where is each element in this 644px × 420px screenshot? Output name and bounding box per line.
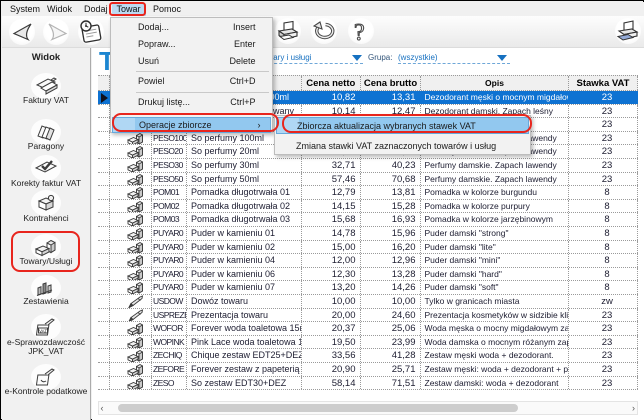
svg-text:VAT: VAT — [39, 328, 47, 333]
svg-text:?: ? — [354, 20, 365, 46]
